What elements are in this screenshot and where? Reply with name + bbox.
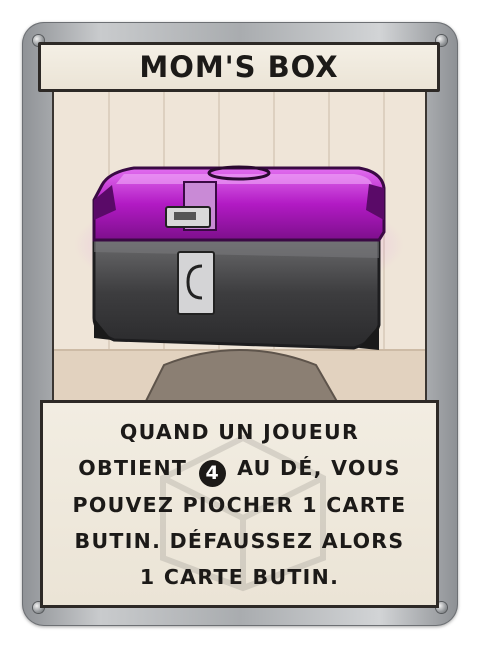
rules-line-rest: AU DÉ, VOUS [237,455,401,480]
card-rules-text: QUAND UN JOUEUR OBTIENT 4 AU DÉ, VOUS PO… [55,414,425,595]
dice-value-icon: 4 [198,459,226,487]
card-title: MOM'S BOX [139,50,339,84]
rules-line: QUAND UN JOUEUR [119,419,360,444]
treasure-chest-icon [54,60,425,405]
rules-line: 1 CARTE BUTIN. [139,564,340,589]
card-title-banner: MOM'S BOX [38,42,440,92]
rules-line: BUTIN. DÉFAUSSEZ ALORS [74,528,405,553]
rules-line: OBTIENT 4 AU DÉ, VOUS [55,450,425,487]
rules-word-obtient: OBTIENT [78,455,188,480]
card-artwork [54,60,425,405]
card-text-box: QUAND UN JOUEUR OBTIENT 4 AU DÉ, VOUS PO… [40,400,439,608]
rules-line: POUVEZ PIOCHER 1 CARTE [72,492,407,517]
